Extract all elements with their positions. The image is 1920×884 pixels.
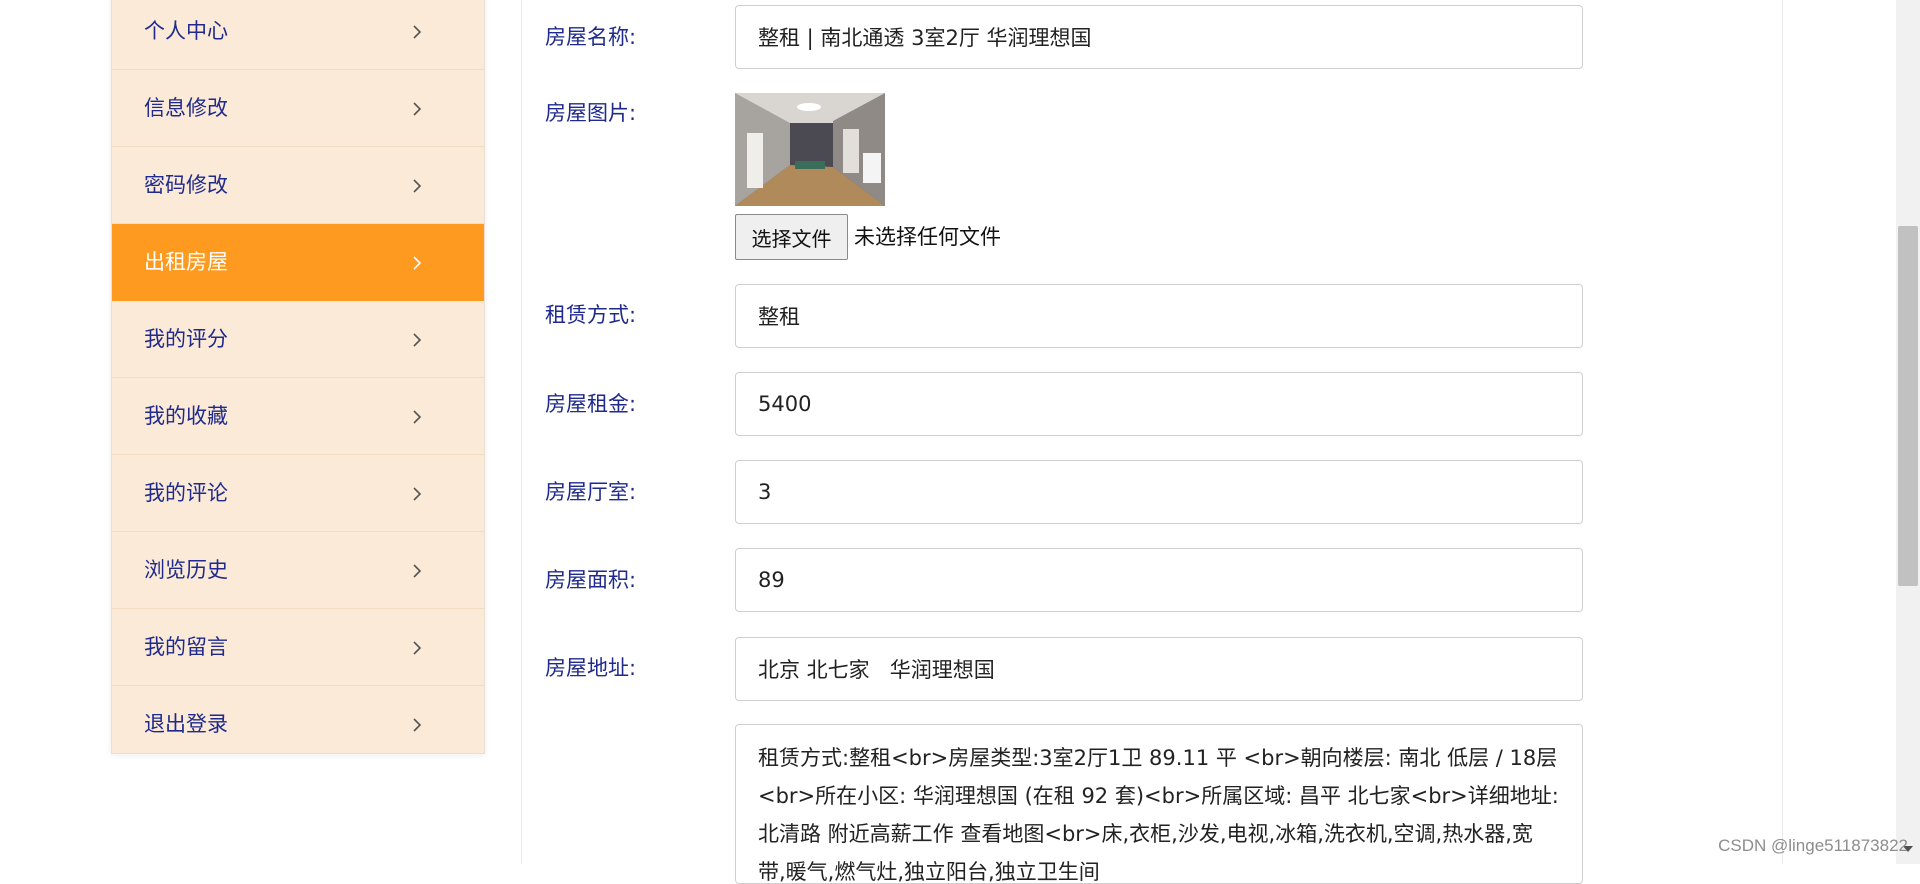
sidebar-item-label: 出租房屋	[144, 250, 228, 274]
sidebar-item-my-ratings[interactable]: 我的评分	[112, 301, 484, 378]
sidebar-item-change-password[interactable]: 密码修改	[112, 147, 484, 224]
rent-price-label: 房屋租金:	[545, 392, 637, 416]
sidebar-item-label: 浏览历史	[144, 558, 228, 582]
area-input[interactable]	[735, 548, 1583, 612]
rent-type-label: 租赁方式:	[545, 303, 637, 327]
sidebar-item-label: 我的收藏	[144, 404, 228, 428]
sidebar-item-my-comments[interactable]: 我的评论	[112, 455, 484, 532]
sidebar-item-history[interactable]: 浏览历史	[112, 532, 484, 609]
sidebar-item-label: 我的评分	[144, 327, 228, 351]
chevron-right-icon	[402, 455, 432, 532]
description-textarea[interactable]: 租赁方式:整租<br>房屋类型:3室2厅1卫 89.11 平 <br>朝向楼层:…	[735, 724, 1583, 884]
chevron-right-icon	[402, 378, 432, 455]
chevron-right-icon	[402, 532, 432, 609]
sidebar-item-logout[interactable]: 退出登录	[112, 686, 484, 763]
sidebar-menu: 个人中心 信息修改 密码修改 出租房屋 我的评分 我的收藏 我的评论 浏览历史 …	[111, 0, 485, 754]
house-image-thumbnail	[735, 93, 885, 206]
house-image-label: 房屋图片:	[545, 101, 637, 125]
house-name-label: 房屋名称:	[545, 25, 637, 49]
sidebar-item-rent-house[interactable]: 出租房屋	[112, 224, 484, 301]
rent-price-input[interactable]	[735, 372, 1583, 436]
chevron-right-icon	[402, 686, 432, 763]
scrollbar-thumb[interactable]	[1898, 226, 1918, 586]
sidebar-item-label: 信息修改	[144, 96, 228, 120]
sidebar-item-my-messages[interactable]: 我的留言	[112, 609, 484, 686]
chevron-right-icon	[402, 70, 432, 147]
sidebar-item-edit-info[interactable]: 信息修改	[112, 70, 484, 147]
sidebar-item-profile[interactable]: 个人中心	[112, 0, 484, 70]
address-input[interactable]	[735, 637, 1583, 701]
sidebar-item-label: 个人中心	[144, 19, 228, 43]
chevron-right-icon	[402, 301, 432, 378]
house-name-input[interactable]	[735, 5, 1583, 69]
sidebar-item-label: 退出登录	[144, 712, 228, 736]
address-label: 房屋地址:	[545, 656, 637, 680]
content-right-border	[1782, 0, 1783, 864]
rent-type-input[interactable]	[735, 284, 1583, 348]
watermark: CSDN @linge511873822	[1718, 836, 1908, 855]
sidebar-item-label: 我的留言	[144, 635, 228, 659]
chevron-right-icon	[402, 0, 432, 70]
chevron-right-icon	[402, 224, 432, 301]
choose-file-button[interactable]: 选择文件	[735, 214, 848, 260]
sidebar-item-label: 我的评论	[144, 481, 228, 505]
chevron-right-icon	[402, 147, 432, 224]
sidebar-item-my-favorites[interactable]: 我的收藏	[112, 378, 484, 455]
sidebar-item-label: 密码修改	[144, 173, 228, 197]
area-label: 房屋面积:	[545, 568, 637, 592]
rooms-input[interactable]	[735, 460, 1583, 524]
content-left-border	[521, 0, 522, 864]
file-status-text: 未选择任何文件	[854, 225, 1001, 249]
chevron-right-icon	[402, 609, 432, 686]
rooms-label: 房屋厅室:	[545, 480, 637, 504]
